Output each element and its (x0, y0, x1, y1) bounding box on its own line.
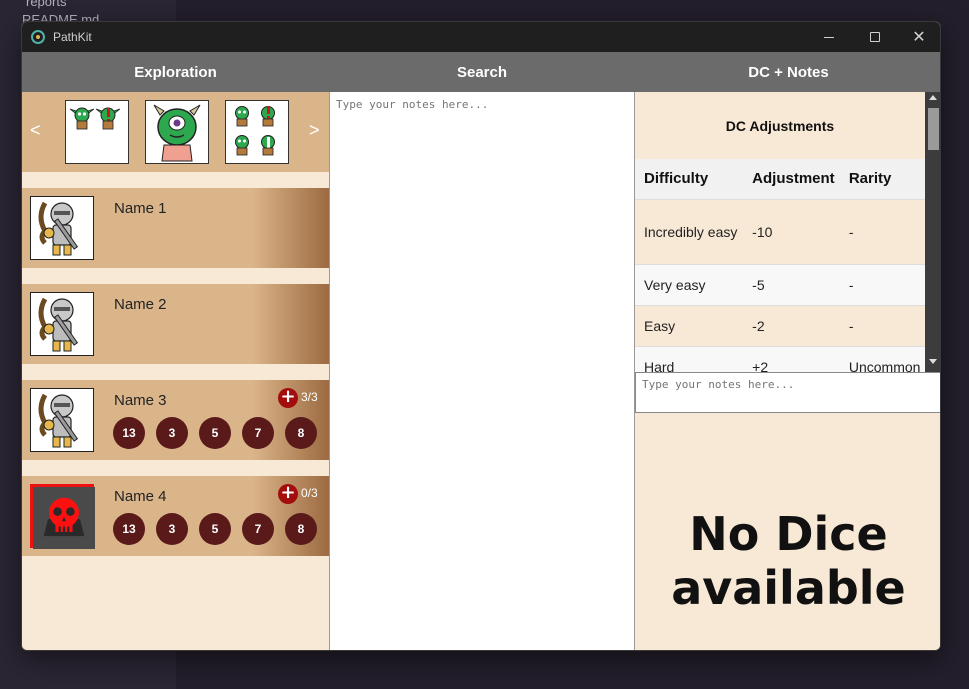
table-row: Hard +2 Uncommon (635, 345, 925, 372)
die-button[interactable]: 13 (113, 513, 145, 545)
table-header-rarity: Rarity (839, 159, 925, 199)
tab-search[interactable]: Search (329, 52, 635, 92)
action-counter: 3/3 (301, 390, 318, 404)
background-file-reports: reports (26, 0, 67, 9)
combatant-card[interactable]: Name 1 (22, 188, 329, 268)
combatant-card[interactable]: Name 4 + 0/3 13 3 5 7 8 (22, 476, 329, 556)
dc-scrollbar[interactable] (925, 92, 940, 372)
combatant-name: Name 2 (114, 296, 167, 313)
combatant-card[interactable]: Name 3 + 3/3 13 3 5 7 8 (22, 380, 329, 460)
dc-title: DC Adjustments (725, 117, 835, 134)
action-counter: 0/3 (301, 486, 318, 500)
goblin-group-icon (235, 106, 275, 156)
cyclops-icon (153, 104, 201, 162)
dc-notes-input[interactable] (635, 372, 940, 413)
combatant-card[interactable]: Name 2 (22, 284, 329, 364)
die-button[interactable]: 8 (285, 513, 317, 545)
table-row: Incredibly easy -10 - (635, 198, 925, 264)
table-cell: - (839, 198, 925, 264)
pathkit-window: PathKit ✕ Exploration Search DC + Notes … (21, 21, 941, 651)
table-row: Very easy -5 - (635, 263, 925, 305)
table-cell: - (839, 304, 925, 346)
goblin-pair-icon (69, 107, 121, 130)
table-cell: - (839, 263, 925, 305)
tab-dc-notes[interactable]: DC + Notes (635, 52, 940, 92)
carousel-item-goblin-group[interactable] (225, 100, 289, 164)
table-cell: Hard (635, 345, 744, 372)
table-header-difficulty: Difficulty (635, 159, 744, 199)
die-button[interactable]: 7 (242, 513, 274, 545)
table-cell: +2 (743, 345, 840, 372)
die-button[interactable]: 7 (242, 417, 274, 449)
carousel-next-button[interactable]: > (309, 120, 320, 141)
dc-table: Difficulty Adjustment Rarity Incredibly … (635, 159, 925, 372)
table-cell: -5 (743, 263, 840, 305)
carousel-prev-button[interactable]: < (30, 120, 41, 141)
title-bar: PathKit ✕ (22, 22, 940, 52)
table-cell: Incredibly easy (635, 198, 744, 264)
scroll-up-icon[interactable] (929, 95, 937, 100)
skull-icon (33, 487, 95, 549)
carousel-item-goblin-pair[interactable] (65, 100, 129, 164)
die-button[interactable]: 5 (199, 513, 231, 545)
scroll-thumb[interactable] (928, 108, 939, 150)
table-cell: Easy (635, 304, 744, 346)
dice-row: 13 3 5 7 8 (113, 513, 328, 545)
window-title: PathKit (53, 30, 92, 44)
add-action-button[interactable]: + (278, 388, 298, 408)
tab-bar: Exploration Search DC + Notes (22, 52, 940, 92)
tab-exploration[interactable]: Exploration (22, 52, 329, 92)
combatant-portrait-dead (30, 484, 95, 549)
creature-carousel: < > (22, 92, 329, 172)
die-button[interactable]: 8 (285, 417, 317, 449)
dc-notes-panel: DC Adjustments Difficulty Adjustment Rar… (635, 92, 940, 650)
add-action-button[interactable]: + (278, 484, 298, 504)
maximize-button[interactable] (852, 22, 898, 52)
knight-icon (38, 201, 79, 256)
knight-icon (38, 297, 79, 352)
table-cell: Uncommon (839, 345, 925, 372)
search-notes-input[interactable] (330, 92, 634, 650)
combatant-portrait (30, 388, 94, 452)
combatant-name: Name 1 (114, 200, 167, 217)
carousel-item-cyclops[interactable] (145, 100, 209, 164)
search-panel (329, 92, 635, 650)
close-button[interactable]: ✕ (896, 22, 940, 52)
close-icon: ✕ (912, 27, 926, 46)
die-button[interactable]: 3 (156, 513, 188, 545)
app-logo-icon (31, 30, 45, 44)
table-header-adjustment: Adjustment (743, 159, 840, 199)
combatant-portrait (30, 196, 94, 260)
table-cell: -10 (743, 198, 840, 264)
table-cell: Very easy (635, 263, 744, 305)
table-row: Easy -2 - (635, 304, 925, 346)
exploration-panel: < > Name 1 Name 2 Name 3 + 3/3 13 3 5 7 … (22, 92, 329, 650)
scroll-down-icon[interactable] (929, 359, 937, 364)
table-cell: -2 (743, 304, 840, 346)
dice-row: 13 3 5 7 8 (113, 417, 328, 449)
minimize-icon (824, 36, 834, 38)
die-button[interactable]: 5 (199, 417, 231, 449)
combatant-portrait (30, 292, 94, 356)
minimize-button[interactable] (806, 22, 852, 52)
no-dice-message: No Dice available (671, 507, 906, 615)
die-button[interactable]: 3 (156, 417, 188, 449)
dc-table-area: DC Adjustments Difficulty Adjustment Rar… (635, 92, 940, 372)
maximize-icon (870, 32, 880, 42)
combatant-name: Name 3 (114, 392, 167, 409)
die-button[interactable]: 13 (113, 417, 145, 449)
knight-icon (38, 393, 79, 448)
combatant-name: Name 4 (114, 488, 167, 505)
